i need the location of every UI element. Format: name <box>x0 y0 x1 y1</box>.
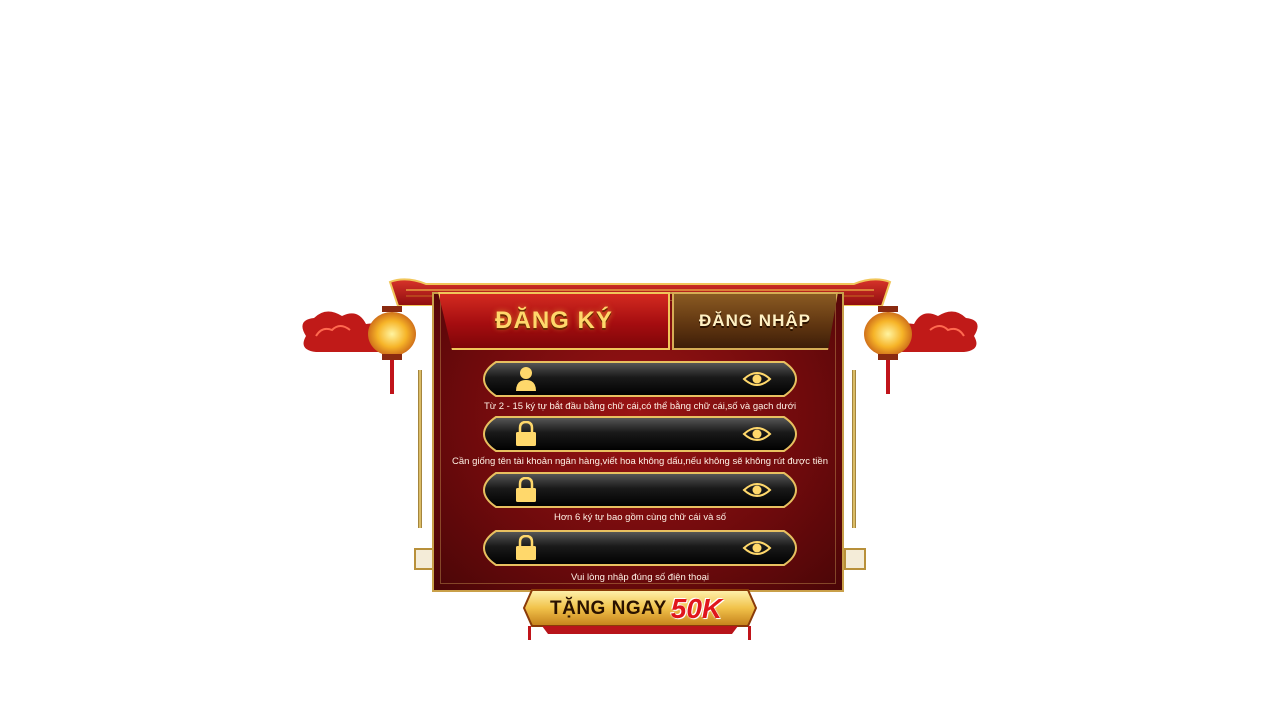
fullname-input[interactable] <box>544 424 740 446</box>
bonus-banner-button[interactable]: TẶNG NGAY 50K <box>522 586 758 642</box>
password-hint: Hơn 6 ký tự bao gồm cùng chữ cái và số <box>553 512 727 523</box>
username-hint: Từ 2 - 15 ký tự bắt đầu bằng chữ cái,có … <box>483 401 797 412</box>
corner-knot-decoration <box>844 548 866 570</box>
phone-hint: Vui lòng nhập đúng số điện thoại <box>570 572 710 583</box>
lock-icon <box>516 477 536 502</box>
phone-field-container <box>482 529 798 567</box>
bonus-label: TẶNG NGAY <box>550 598 667 619</box>
eye-icon[interactable] <box>742 425 772 443</box>
eye-icon[interactable] <box>742 539 772 557</box>
eye-icon[interactable] <box>742 370 772 388</box>
username-input[interactable] <box>544 369 740 391</box>
lock-icon <box>516 421 536 446</box>
tab-register[interactable]: ĐĂNG KÝ <box>438 292 670 350</box>
user-icon <box>516 367 536 391</box>
lantern-icon-right <box>864 306 912 394</box>
pole-decoration-right <box>852 370 856 528</box>
password-field-container <box>482 471 798 509</box>
bonus-amount: 50K <box>670 593 723 624</box>
tab-login[interactable]: ĐĂNG NHẬP <box>672 292 838 350</box>
phone-input[interactable] <box>544 538 740 560</box>
username-field-container <box>482 360 798 398</box>
fullname-hint: Cần giống tên tài khoản ngân hàng,viết h… <box>452 456 828 467</box>
bonus-text: TẶNG NGAY 50K <box>550 593 723 624</box>
password-input[interactable] <box>544 480 740 502</box>
lock-icon <box>516 535 536 560</box>
pole-decoration-left <box>418 370 422 528</box>
lantern-icon-left <box>368 306 416 394</box>
auth-tabs: ĐĂNG KÝ ĐĂNG NHẬP <box>438 292 838 350</box>
fullname-field-container <box>482 415 798 453</box>
eye-icon[interactable] <box>742 481 772 499</box>
